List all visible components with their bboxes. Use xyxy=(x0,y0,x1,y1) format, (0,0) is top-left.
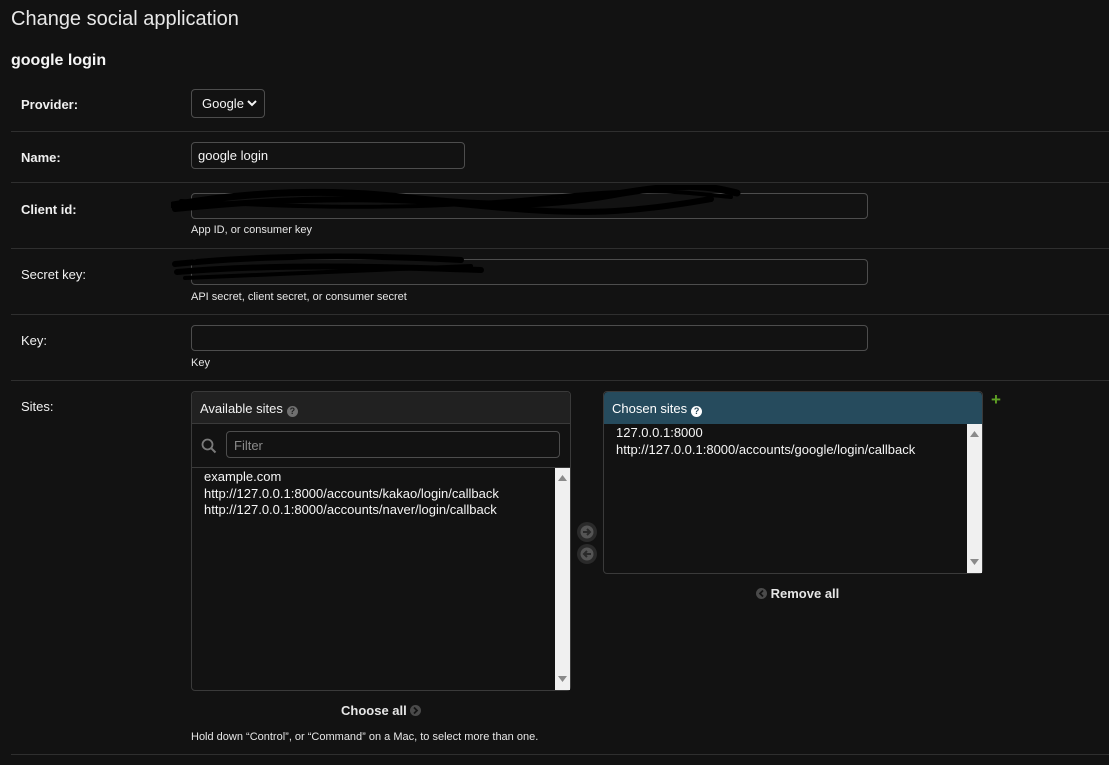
chosen-sites-header: Chosen sites? xyxy=(604,392,982,424)
choose-selected-button[interactable] xyxy=(577,522,597,542)
sites-label: Sites: xyxy=(21,399,54,414)
plus-icon: + xyxy=(991,390,1001,409)
name-label: Name: xyxy=(21,150,61,165)
scroll-up-icon[interactable] xyxy=(970,430,979,438)
scroll-down-icon[interactable] xyxy=(970,558,979,566)
list-item[interactable]: http://127.0.0.1:8000/accounts/kakao/log… xyxy=(204,486,499,503)
filter-row: Filter xyxy=(192,424,570,468)
name-input-value: google login xyxy=(198,148,269,163)
provider-select-value: Google xyxy=(202,96,244,111)
arrow-left-icon xyxy=(580,547,594,561)
scroll-up-icon[interactable] xyxy=(558,474,567,482)
key-input[interactable] xyxy=(191,325,868,351)
filter-input[interactable]: Filter xyxy=(226,431,560,458)
available-sites-selector: Available sites? Filter example.com http… xyxy=(191,391,571,691)
chosen-sites-title: Chosen sites xyxy=(612,401,688,416)
search-icon xyxy=(201,438,217,454)
page-title: Change social application xyxy=(11,8,239,30)
list-item[interactable]: example.com xyxy=(204,469,499,486)
client-id-label: Client id: xyxy=(21,202,77,217)
choose-all-label: Choose all xyxy=(341,703,407,718)
chosen-sites-selector: Chosen sites? 127.0.0.1:8000 http://127.… xyxy=(603,391,983,574)
client-id-row: Client id: App ID, or consumer key xyxy=(11,183,1109,249)
help-icon: ? xyxy=(691,406,703,417)
list-item[interactable]: 127.0.0.1:8000 xyxy=(616,425,915,442)
remove-all-button[interactable]: Remove all xyxy=(756,586,839,601)
help-icon: ? xyxy=(286,406,298,417)
choose-all-button[interactable]: Choose all xyxy=(341,703,422,718)
key-label: Key: xyxy=(21,333,48,348)
available-scrollbar[interactable] xyxy=(555,468,570,690)
available-sites-header: Available sites? xyxy=(192,392,570,424)
provider-label: Provider: xyxy=(21,97,79,112)
list-item[interactable]: http://127.0.0.1:8000/accounts/google/lo… xyxy=(616,442,915,459)
name-input[interactable]: google login xyxy=(191,142,465,169)
chevron-down-icon xyxy=(247,100,257,107)
provider-select[interactable]: Google xyxy=(191,89,265,118)
list-item[interactable]: http://127.0.0.1:8000/accounts/naver/log… xyxy=(204,502,499,519)
available-sites-list[interactable]: example.com http://127.0.0.1:8000/accoun… xyxy=(204,469,499,519)
remove-selected-button[interactable] xyxy=(577,544,597,564)
client-id-help: App ID, or consumer key xyxy=(191,224,313,236)
secret-key-row: Secret key: API secret, client secret, o… xyxy=(11,249,1109,315)
filter-placeholder: Filter xyxy=(234,438,263,453)
add-site-button[interactable]: + xyxy=(991,391,1001,408)
remove-all-label: Remove all xyxy=(770,586,840,601)
sites-help: Hold down “Control”, or “Command” on a M… xyxy=(191,731,539,743)
redaction-scribble xyxy=(171,185,741,215)
object-title: google login xyxy=(11,52,107,69)
name-row: Name: google login xyxy=(11,132,1109,183)
scroll-down-icon[interactable] xyxy=(558,675,567,683)
arrow-right-icon xyxy=(410,705,422,716)
available-sites-title: Available sites xyxy=(200,401,283,416)
key-row: Key: Key xyxy=(11,315,1109,381)
arrow-right-icon xyxy=(580,525,594,539)
arrow-left-icon xyxy=(756,588,767,599)
key-help: Key xyxy=(191,357,210,369)
provider-row: Provider: Google xyxy=(11,80,1109,132)
secret-key-label: Secret key: xyxy=(21,267,87,282)
redaction-scribble xyxy=(172,253,484,280)
secret-key-help: API secret, client secret, or consumer s… xyxy=(191,291,407,303)
chosen-scrollbar[interactable] xyxy=(967,424,982,573)
chosen-sites-list[interactable]: 127.0.0.1:8000 http://127.0.0.1:8000/acc… xyxy=(616,425,915,458)
